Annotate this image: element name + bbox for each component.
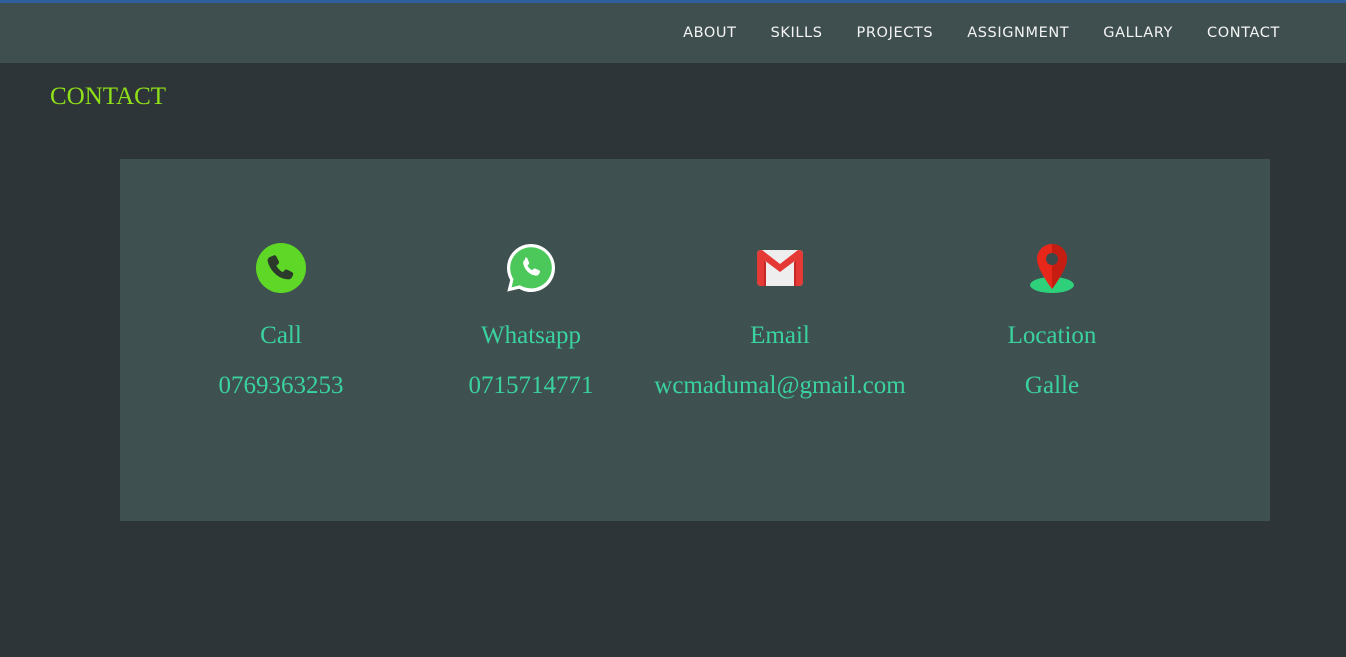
- contact-value-email[interactable]: wcmadumal@gmail.com: [630, 372, 930, 400]
- contact-label-email: Email: [750, 322, 810, 349]
- gmail-icon[interactable]: [755, 243, 805, 293]
- phone-icon[interactable]: [256, 243, 306, 293]
- contact-card-location: Location Galle: [902, 159, 1202, 521]
- nav-item-projects[interactable]: PROJECTS: [857, 25, 934, 41]
- nav-item-contact[interactable]: CONTACT: [1207, 25, 1280, 41]
- contact-panel: Call 0769363253 Whatsapp 0715714771 Emai…: [120, 159, 1270, 521]
- nav-item-about[interactable]: ABOUT: [683, 25, 737, 41]
- page-title: CONTACT: [50, 83, 167, 110]
- nav-menu: ABOUT SKILLS PROJECTS ASSIGNMENT GALLARY…: [683, 3, 1280, 63]
- nav-item-gallary[interactable]: GALLARY: [1103, 25, 1173, 41]
- contact-card-email: Email wcmadumal@gmail.com: [630, 159, 930, 521]
- contact-value-location: Galle: [1024, 372, 1080, 399]
- nav-item-skills[interactable]: SKILLS: [771, 25, 823, 41]
- contact-label-location: Location: [1007, 322, 1097, 349]
- navbar: ABOUT SKILLS PROJECTS ASSIGNMENT GALLARY…: [0, 3, 1346, 63]
- location-pin-icon[interactable]: [1027, 243, 1077, 293]
- nav-item-assignment[interactable]: ASSIGNMENT: [967, 25, 1069, 41]
- whatsapp-icon[interactable]: [506, 243, 556, 293]
